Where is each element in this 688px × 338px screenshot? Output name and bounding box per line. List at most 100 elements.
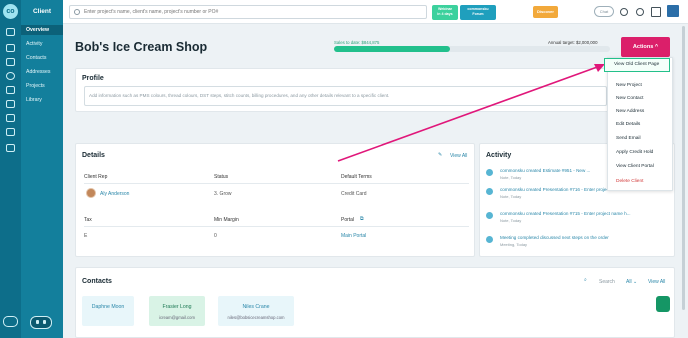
contact-card[interactable]: Frasier Long icream@gmail.com <box>149 296 205 326</box>
menu-item-new-project[interactable]: New Project <box>616 83 642 88</box>
actions-menu: New Project New Contact New Address Edit… <box>607 57 673 191</box>
portal-value[interactable]: Main Portal <box>341 233 366 239</box>
menu-item-view-client-portal[interactable]: View Client Portal <box>616 164 654 169</box>
forum-sub-label: Forum <box>472 12 484 16</box>
settings-icon[interactable] <box>6 128 15 136</box>
chart-icon[interactable] <box>6 44 15 52</box>
webinar-button[interactable]: Webinar in 4 days <box>432 5 458 20</box>
profile-notes-field[interactable]: Add information such as PMS colours, thr… <box>84 86 607 106</box>
tax-label: Tax <box>84 217 92 223</box>
sidebar-item-library[interactable]: Library <box>21 95 63 105</box>
menu-item-view-old-client-page[interactable]: View Old Client Page <box>604 58 670 72</box>
truck-icon[interactable] <box>6 100 15 108</box>
details-view-all-link[interactable]: View All <box>450 153 467 159</box>
page-title: Bob's Ice Cream Shop <box>75 40 208 54</box>
annual-target: Annual target: $2,000,000 <box>548 40 598 45</box>
activity-c-icon <box>486 188 493 195</box>
menu-item-new-contact[interactable]: New Contact <box>616 96 643 101</box>
assistant-robot-icon[interactable] <box>30 316 52 329</box>
divider <box>84 226 469 227</box>
page-scrollbar[interactable] <box>682 26 685 310</box>
activity-item[interactable]: commonsku created Presentation #715 - En… <box>486 211 676 225</box>
webinar-sub-label: in 4 days <box>437 12 453 16</box>
activity-c-icon <box>486 169 493 176</box>
commonsku-logo-icon[interactable]: co <box>3 4 18 19</box>
menu-item-send-email[interactable]: Send Email <box>616 136 641 141</box>
settings-square-icon[interactable] <box>651 7 661 17</box>
contact-name: Niles Crane <box>242 304 270 310</box>
contacts-filter[interactable]: All ⌄ <box>626 279 637 285</box>
portal-label: Portal <box>341 217 355 223</box>
default-terms-value: Credit Card <box>341 191 367 197</box>
status-label: Status <box>214 174 229 180</box>
sales-to-date: Sales to date: $844,875 <box>334 40 380 45</box>
search-input[interactable] <box>84 7 414 17</box>
menu-item-edit-details[interactable]: Edit Details <box>616 122 640 127</box>
status-value: 3. Grow <box>214 191 232 197</box>
divider <box>84 183 469 184</box>
activity-meta: Note, Today <box>500 194 522 199</box>
calendar-icon[interactable] <box>6 58 15 66</box>
global-search[interactable] <box>69 5 427 19</box>
stack-icon[interactable] <box>6 86 15 94</box>
contact-name: Daphne Moon <box>91 304 125 310</box>
actions-button[interactable]: Actions ^ <box>621 37 670 57</box>
details-card: Details ✎ View All Client Rep Status Def… <box>75 143 475 257</box>
people-icon[interactable] <box>6 28 15 36</box>
actions-label: Actions <box>632 44 654 50</box>
tax-value: E <box>84 233 88 239</box>
activity-item[interactable]: Meeting completed discussed next steps o… <box>486 235 676 249</box>
menu-item-apply-credit-hold[interactable]: Apply Credit Hold <box>616 150 653 155</box>
sidebar-item-activity[interactable]: Activity <box>21 39 63 49</box>
sidebar-item-overview[interactable]: Overview <box>21 25 63 35</box>
discover-button[interactable]: Discover <box>533 6 558 18</box>
user-avatar[interactable] <box>667 5 679 17</box>
forum-button[interactable]: commonsku Forum <box>460 5 496 20</box>
contact-card[interactable]: Daphne Moon <box>82 296 134 326</box>
contacts-title: Contacts <box>82 278 112 285</box>
menu-item-delete-client[interactable]: Delete Client <box>616 179 643 184</box>
activity-meta: Note, Today <box>500 175 522 180</box>
assistant-robot-button[interactable] <box>656 296 670 312</box>
min-margin-label: Min Margin <box>214 217 239 223</box>
contacts-search-icon[interactable]: ⌕ <box>584 277 587 283</box>
sales-progress-bar <box>334 46 610 52</box>
client-rep-label: Client Rep <box>84 174 108 180</box>
activity-text: commonsku created Presentation #715 - En… <box>500 211 631 216</box>
contact-email: icream@gmail.com <box>159 315 195 320</box>
dollar-icon[interactable] <box>6 72 15 80</box>
book-icon[interactable] <box>6 144 15 152</box>
grid-icon[interactable] <box>6 114 15 122</box>
client-sidebar: Client Overview Activity Contacts Addres… <box>21 0 63 338</box>
min-margin-value: 0 <box>214 233 217 239</box>
default-terms-label: Default Terms <box>341 174 372 180</box>
help-icon[interactable] <box>3 316 18 327</box>
sidebar-item-contacts[interactable]: Contacts <box>21 53 63 63</box>
menu-item-new-address[interactable]: New Address <box>616 109 644 114</box>
app-rail: co <box>0 0 21 338</box>
contact-name: Frasier Long <box>162 304 192 310</box>
sidebar-title: Client <box>32 8 52 15</box>
sidebar-item-addresses[interactable]: Addresses <box>21 67 63 77</box>
activity-text: Meeting completed discussed next steps o… <box>500 235 609 240</box>
client-rep-value[interactable]: Aly Anderson <box>100 191 129 197</box>
edit-pencil-icon[interactable]: ✎ <box>438 152 442 158</box>
contact-card[interactable]: Niles Crane niles@bobsicecreamshop.com <box>218 296 294 326</box>
activity-meta: Meeting, Today <box>500 242 528 247</box>
clock-icon[interactable] <box>636 8 644 16</box>
activity-c-icon <box>486 212 493 219</box>
contact-email: niles@bobsicecreamshop.com <box>227 315 285 320</box>
contacts-view-all-link[interactable]: View All <box>648 279 665 285</box>
top-bar: Webinar in 4 days commonsku Forum Discov… <box>63 0 688 24</box>
details-title: Details <box>82 152 105 159</box>
activity-title: Activity <box>486 152 512 159</box>
contacts-search-label[interactable]: Search <box>599 279 615 285</box>
menu-item-label: View Old Client Page <box>614 62 660 67</box>
help-circle-icon[interactable] <box>620 8 628 16</box>
sidebar-item-projects[interactable]: Projects <box>21 81 63 91</box>
search-icon <box>74 9 80 15</box>
chat-button[interactable]: Chat <box>594 6 614 17</box>
copy-icon[interactable]: ⧉ <box>360 216 364 222</box>
profile-card: Profile Add information such as PMS colo… <box>75 68 615 112</box>
activity-meta: Note, Today <box>500 218 522 223</box>
